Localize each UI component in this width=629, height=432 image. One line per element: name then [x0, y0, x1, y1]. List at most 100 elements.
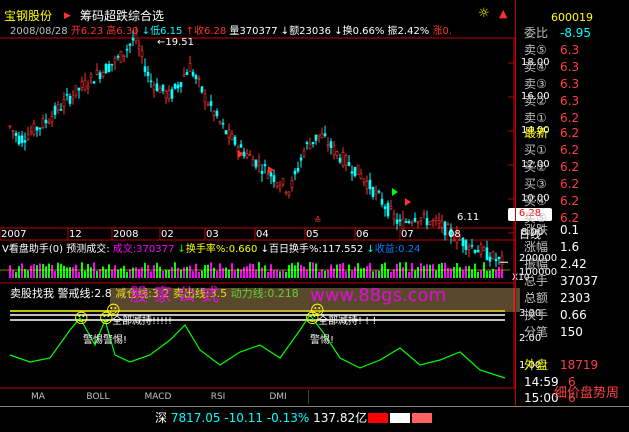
volume-bar	[186, 266, 188, 278]
candle-body	[269, 172, 273, 177]
volume-bar	[468, 266, 470, 278]
order-label: 卖③	[524, 77, 547, 91]
candle-body	[326, 144, 330, 147]
order-row: 涨跌 0.1	[524, 222, 579, 239]
volume-bar	[375, 270, 377, 278]
order-value: 6.2	[560, 177, 580, 191]
volume-bar	[33, 264, 35, 278]
volume-bar	[84, 270, 86, 278]
candle-body	[302, 150, 306, 157]
volume-bar	[234, 270, 236, 278]
tab-dmi[interactable]: DMI	[248, 390, 309, 404]
volume-bar	[435, 270, 437, 278]
candle-body	[224, 130, 228, 135]
candle-body	[104, 63, 108, 74]
volume-bar	[30, 265, 32, 278]
candle-body	[86, 86, 90, 89]
volume-bar	[225, 267, 227, 278]
volume-bar	[420, 263, 422, 278]
candle-body	[200, 86, 204, 93]
volume-bar	[24, 269, 26, 278]
candle-body	[398, 219, 402, 222]
volume-bar	[129, 269, 131, 278]
low-price-label: 6.11	[457, 212, 480, 223]
volume-bar	[195, 263, 197, 278]
index-pct: -0.13%	[266, 411, 310, 425]
volume-title: V看盘助手(0)	[2, 244, 64, 255]
candle-body	[146, 71, 150, 77]
candle-body	[50, 116, 54, 122]
candle-body	[401, 218, 405, 230]
candle-body	[332, 145, 336, 155]
signal-arrow	[392, 188, 398, 196]
volume-bar	[414, 270, 416, 278]
volume-bar	[246, 266, 248, 278]
candle-body	[59, 109, 63, 111]
candle-body	[263, 164, 267, 167]
volume-bar	[126, 271, 128, 278]
volume-bar	[162, 270, 164, 278]
date-tick: 06	[356, 229, 369, 240]
bar-icon	[368, 413, 388, 423]
volume-bar	[87, 264, 89, 278]
tab-rsi[interactable]: RSI	[188, 390, 249, 404]
volume-bar	[96, 271, 98, 278]
volume-bar	[285, 271, 287, 278]
candle-body	[233, 136, 237, 145]
candle-body	[161, 84, 165, 92]
candle-body	[8, 125, 12, 128]
volume-bar	[63, 265, 65, 278]
candle-body	[245, 153, 249, 158]
volume-bar	[18, 266, 20, 278]
volume-bar	[207, 264, 209, 278]
volume-bar	[471, 269, 473, 278]
volume-bar	[117, 269, 119, 278]
candle-body	[386, 202, 390, 217]
candle-body	[191, 71, 195, 76]
volume-bar	[438, 264, 440, 278]
candle-body	[287, 191, 291, 196]
volume-bar	[240, 269, 242, 278]
candle-body	[314, 134, 318, 141]
volume-bar	[177, 267, 179, 278]
volume-bar	[324, 270, 326, 278]
volume-bar	[426, 264, 428, 278]
volume-bar	[219, 263, 221, 278]
candle-body	[260, 170, 264, 174]
candle-body	[410, 221, 414, 224]
volume-bar	[387, 269, 389, 278]
order-label: 分笔	[524, 325, 549, 339]
candle-body	[347, 162, 351, 166]
candle-body	[239, 144, 243, 148]
volume-bar	[165, 269, 167, 278]
volume-bar	[45, 266, 47, 278]
volume-bar	[171, 266, 173, 278]
candle-body	[110, 63, 114, 66]
volume-bar	[291, 263, 293, 278]
order-value: 6.3	[560, 43, 580, 57]
latest-row: 最新 6.2	[524, 125, 579, 142]
candle-body	[95, 70, 99, 75]
tab-ma[interactable]: MA	[8, 390, 69, 404]
order-value: 6.2	[560, 160, 580, 174]
volume-bar	[402, 267, 404, 278]
high-price-label: ←19.51	[157, 37, 195, 48]
candle-body	[383, 206, 387, 210]
tab-boll[interactable]: BOLL	[68, 390, 129, 404]
candle-body	[461, 237, 465, 247]
bottom-tabs[interactable]: 细价盘势周	[554, 387, 619, 400]
date-tick: 2007	[1, 229, 27, 240]
volume-bar	[204, 265, 206, 278]
volume-bar	[39, 263, 41, 278]
candle-body	[218, 121, 222, 123]
volume-bar	[249, 263, 251, 278]
marker-icon: ≙	[314, 216, 322, 226]
tab-macd[interactable]: MACD	[128, 390, 189, 404]
candle-body	[137, 45, 141, 50]
chart-area[interactable]: 宝钢股份 ▶ 筹码超跌综合选 ☼ ▲ 2008/08/28 开6.23 高6.3…	[0, 0, 557, 410]
volume-bar	[303, 266, 305, 278]
smiley-icon: ☺	[74, 311, 89, 327]
order-row: 卖⑤ 6.3	[524, 42, 579, 59]
volume-bar	[366, 266, 368, 278]
chart-svg[interactable]	[0, 0, 515, 390]
